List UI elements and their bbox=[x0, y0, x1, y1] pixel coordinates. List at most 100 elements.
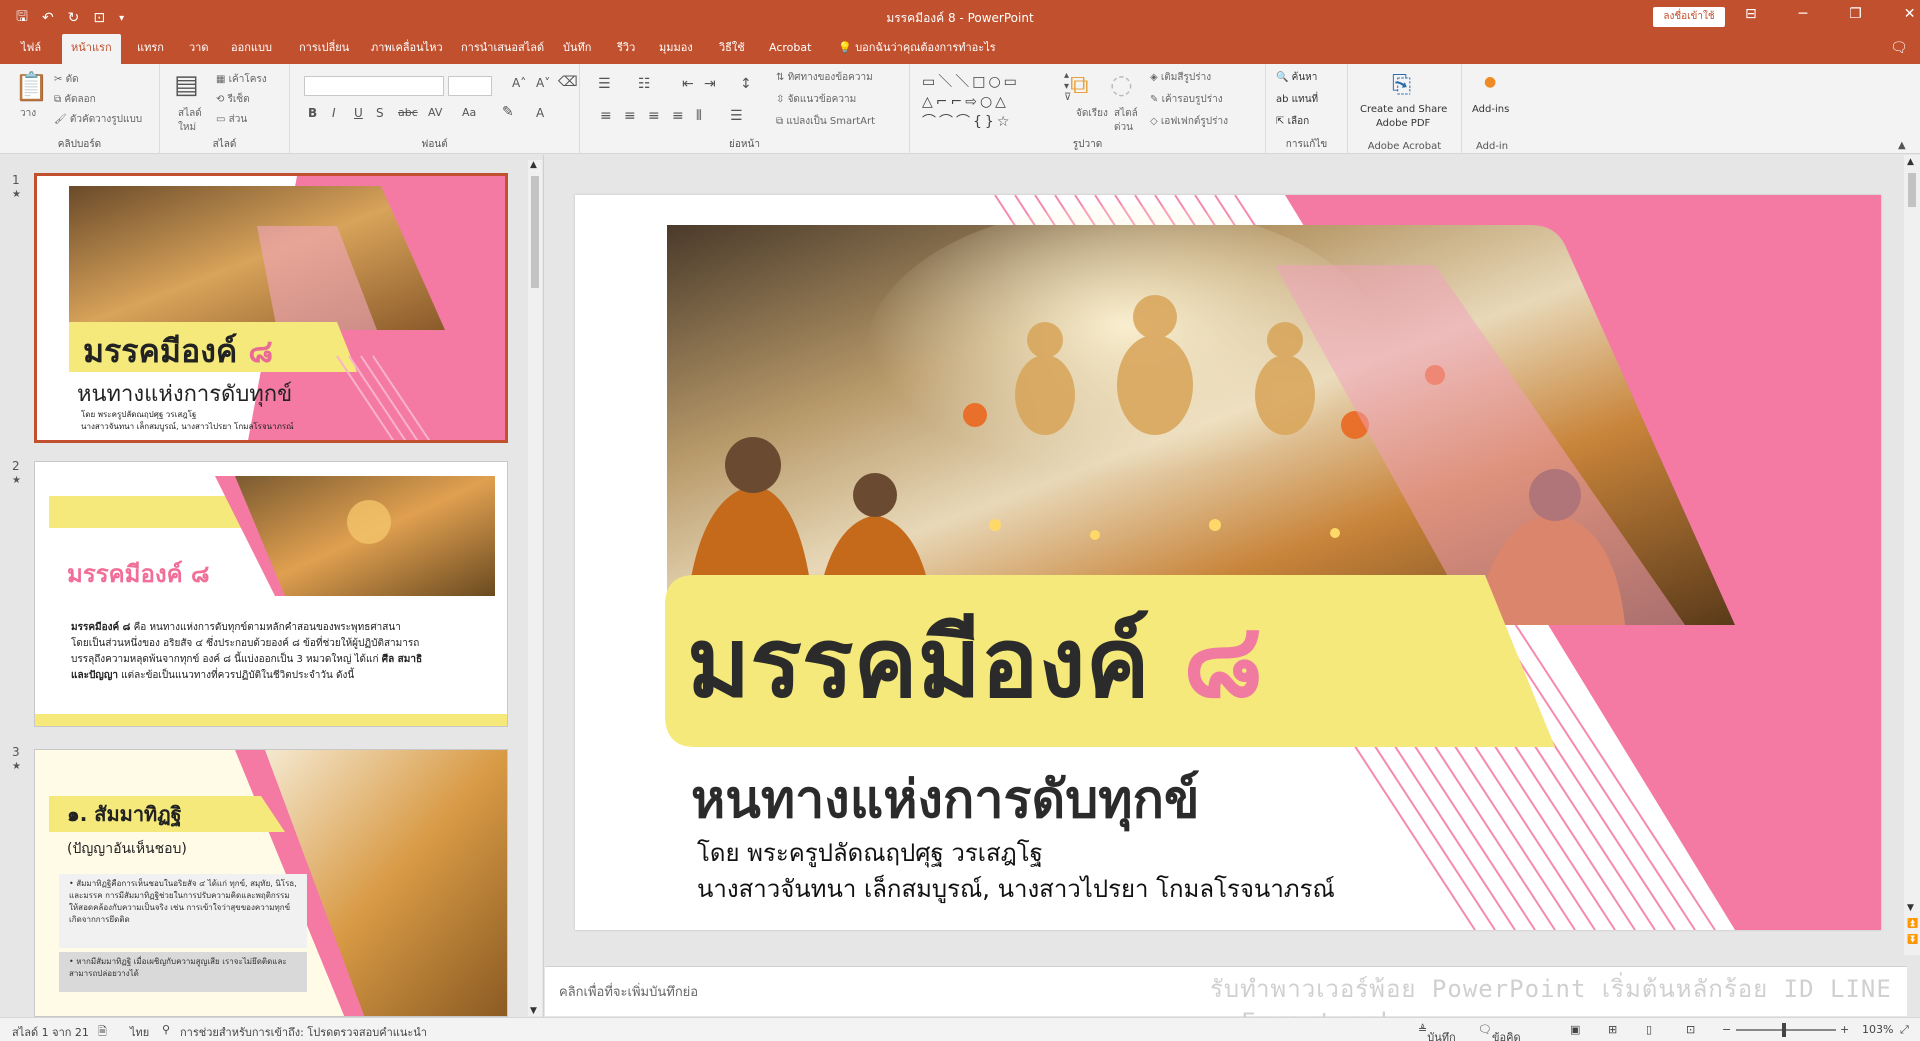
tab-slideshow[interactable]: การนำเสนอสไลด์ bbox=[452, 34, 553, 64]
font-color-icon[interactable]: A bbox=[536, 106, 544, 120]
select-button[interactable]: ⇱ เลือก bbox=[1276, 114, 1309, 129]
bold-icon[interactable]: B bbox=[308, 106, 317, 120]
arrange-label[interactable]: จัดเรียง bbox=[1076, 106, 1108, 121]
new-slide-label[interactable]: สไลด์ bbox=[178, 106, 202, 121]
change-case-icon[interactable]: Aa bbox=[462, 106, 476, 119]
comments-toggle-button[interactable]: 🗨 ข้อคิดเห็น bbox=[1478, 1023, 1521, 1041]
increase-font-icon[interactable]: A˄ bbox=[512, 76, 526, 90]
justify-icon[interactable]: ≡ bbox=[672, 108, 684, 124]
maximize-icon[interactable]: ❐ bbox=[1849, 6, 1862, 22]
new-slide-icon[interactable]: ▤ bbox=[174, 70, 199, 100]
tab-review[interactable]: รีวิว bbox=[608, 34, 644, 64]
scroll-up-icon[interactable]: ▲ bbox=[530, 160, 537, 170]
highlight-icon[interactable]: ✎ bbox=[502, 104, 514, 120]
reset-button[interactable]: ⟲ รีเซ็ต bbox=[216, 92, 250, 107]
format-painter-button[interactable]: 🖌 ตัวคัดวางรูปแบบ bbox=[54, 112, 142, 127]
scroll-down-icon[interactable]: ▼ bbox=[1907, 903, 1914, 913]
slide-thumbnail-3[interactable]: ๑. สัมมาทิฏฐิ (ปัญญาอันเห็นชอบ) • สัมมาท… bbox=[34, 749, 508, 1017]
notes-pane[interactable]: คลิกเพื่อที่จะเพิ่มบันทึกย่อ รับทำพาวเวอ… bbox=[545, 966, 1907, 1036]
next-slide-icon[interactable]: ⏬ bbox=[1907, 935, 1918, 945]
quick-styles-icon[interactable]: ◌ bbox=[1110, 70, 1133, 100]
increase-indent-icon[interactable]: ⇥ bbox=[704, 76, 716, 92]
zoom-in-icon[interactable]: + bbox=[1840, 1023, 1849, 1036]
slide-author-line-1[interactable]: โดย พระครูปลัดณฤปศุฐ วรเสฎโฐ bbox=[697, 833, 1043, 872]
copy-button[interactable]: ⧉ คัดลอก bbox=[54, 92, 96, 107]
thumbnail-scrollbar[interactable]: ▲ ▼ bbox=[528, 160, 542, 1016]
paste-label[interactable]: วาง bbox=[20, 106, 36, 121]
line-spacing-icon[interactable]: ↕ bbox=[740, 76, 752, 92]
comments-icon[interactable]: 🗨 bbox=[1890, 40, 1908, 56]
slide-author-line-2[interactable]: นางสาวจันทนา เล็กสมบูรณ์, นางสาวไปรยา โก… bbox=[697, 869, 1335, 908]
tab-insert[interactable]: แทรก bbox=[128, 34, 173, 64]
tab-help[interactable]: วิธีใช้ bbox=[710, 34, 754, 64]
cut-button[interactable]: ✂ ตัด bbox=[54, 72, 79, 87]
zoom-level[interactable]: 103% bbox=[1862, 1023, 1893, 1036]
slideshow-view-icon[interactable]: ⊡ bbox=[1686, 1023, 1695, 1036]
thumbnail-scroll-thumb[interactable] bbox=[531, 176, 539, 288]
shape-outline-button[interactable]: ✎ เค้ารอบรูปร่าง bbox=[1150, 92, 1223, 107]
reading-view-icon[interactable]: ▯ bbox=[1646, 1023, 1652, 1036]
quick-styles-label2[interactable]: ด่วน bbox=[1114, 120, 1133, 135]
tab-file[interactable]: ไฟล์ bbox=[12, 34, 50, 64]
addins-icon[interactable]: ● bbox=[1484, 74, 1496, 90]
arrange-icon[interactable]: ⧉ bbox=[1070, 70, 1089, 101]
spellcheck-icon[interactable]: 🗎 bbox=[98, 1023, 107, 1041]
current-slide[interactable]: มรรคมีองค์ ๘ หนทางแห่งการดับทุกข์ โดย พร… bbox=[575, 195, 1881, 930]
slide-title[interactable]: มรรคมีองค์ ๘ bbox=[687, 605, 1263, 718]
text-direction-button[interactable]: ⇅ ทิศทางของข้อความ bbox=[776, 70, 873, 85]
bullets-icon[interactable]: ☰ bbox=[598, 76, 611, 92]
slide-sorter-icon[interactable]: ⊞ bbox=[1608, 1023, 1617, 1036]
new-slide-label2[interactable]: ใหม่ bbox=[178, 120, 196, 135]
align-left-icon[interactable]: ≡ bbox=[600, 108, 612, 124]
create-pdf-label2[interactable]: Adobe PDF bbox=[1376, 118, 1430, 129]
layout-button[interactable]: ▦ เค้าโครง bbox=[216, 72, 267, 87]
strikethrough-icon[interactable]: abc bbox=[398, 106, 418, 119]
shadow-icon[interactable]: S bbox=[376, 106, 384, 120]
smartart-button[interactable]: ⧉ แปลงเป็น SmartArt bbox=[776, 114, 875, 129]
tab-view[interactable]: มุมมอง bbox=[650, 34, 702, 64]
zoom-slider[interactable] bbox=[1736, 1029, 1836, 1031]
tab-animations[interactable]: ภาพเคลื่อนไหว bbox=[362, 34, 452, 64]
columns-icon[interactable]: ⫴ bbox=[696, 108, 702, 124]
minimize-icon[interactable]: ─ bbox=[1799, 6, 1807, 22]
notes-placeholder[interactable]: คลิกเพื่อที่จะเพิ่มบันทึกย่อ bbox=[559, 981, 698, 1002]
decrease-font-icon[interactable]: A˅ bbox=[536, 76, 550, 90]
slide-thumbnail-2[interactable]: มรรคมีองค์ ๘ มรรคมีองค์ ๘ คือ หนทางแห่งก… bbox=[34, 461, 508, 727]
quick-styles-label[interactable]: สไตล์ bbox=[1114, 106, 1138, 121]
paragraph-more-icon[interactable]: ☰ bbox=[730, 108, 743, 124]
slide-scrollbar[interactable]: ▲ ▼ ⏫ ⏬ bbox=[1904, 155, 1920, 955]
fit-to-window-icon[interactable]: ⤢ bbox=[1900, 1023, 1909, 1037]
decrease-indent-icon[interactable]: ⇤ bbox=[682, 76, 694, 92]
align-text-button[interactable]: ⇳ จัดแนวข้อความ bbox=[776, 92, 856, 107]
ribbon-display-icon[interactable]: ⊟ bbox=[1745, 6, 1757, 22]
accessibility-icon[interactable]: ⚲ bbox=[162, 1023, 170, 1036]
tab-home[interactable]: หน้าแรก bbox=[62, 34, 121, 64]
accessibility-status[interactable]: การช่วยสำหรับการเข้าถึง: โปรดตรวจสอบคำแน… bbox=[180, 1023, 427, 1041]
font-size-box[interactable] bbox=[448, 76, 492, 96]
shape-fill-button[interactable]: ◈ เติมสีรูปร่าง bbox=[1150, 70, 1211, 85]
zoom-out-icon[interactable]: − bbox=[1722, 1023, 1731, 1036]
font-name-box[interactable] bbox=[304, 76, 444, 96]
language-indicator[interactable]: ไทย bbox=[130, 1023, 149, 1041]
paste-icon[interactable]: 📋 bbox=[14, 70, 49, 103]
tab-acrobat[interactable]: Acrobat bbox=[760, 34, 820, 64]
slide-scroll-thumb[interactable] bbox=[1908, 173, 1916, 207]
replace-button[interactable]: ab แทนที่ bbox=[1276, 92, 1318, 107]
clear-format-icon[interactable]: ⌫ bbox=[558, 74, 578, 90]
slide-subtitle[interactable]: หนทางแห่งการดับทุกข์ bbox=[691, 757, 1200, 840]
tab-design[interactable]: ออกแบบ bbox=[222, 34, 281, 64]
align-right-icon[interactable]: ≡ bbox=[648, 108, 660, 124]
close-icon[interactable]: ✕ bbox=[1904, 6, 1916, 22]
section-button[interactable]: ▭ ส่วน bbox=[216, 112, 247, 127]
collapse-ribbon-icon[interactable]: ▲ bbox=[1898, 140, 1906, 151]
normal-view-icon[interactable]: ▣ bbox=[1570, 1023, 1580, 1036]
italic-icon[interactable]: I bbox=[332, 106, 336, 120]
find-button[interactable]: 🔍 ค้นหา bbox=[1276, 70, 1317, 85]
shape-effects-button[interactable]: ◇ เอฟเฟกต์รูปร่าง bbox=[1150, 114, 1228, 129]
slide-thumbnail-1[interactable]: มรรคมีองค์ ๘ หนทางแห่งการดับทุกข์ โดย พร… bbox=[34, 173, 508, 443]
create-pdf-label1[interactable]: Create and Share bbox=[1360, 104, 1447, 115]
scroll-down-icon[interactable]: ▼ bbox=[530, 1006, 537, 1016]
zoom-slider-thumb[interactable] bbox=[1782, 1023, 1786, 1037]
numbering-icon[interactable]: ☷ bbox=[638, 76, 651, 92]
tell-me-search[interactable]: 💡 บอกฉันว่าคุณต้องการทำอะไร bbox=[838, 34, 996, 62]
